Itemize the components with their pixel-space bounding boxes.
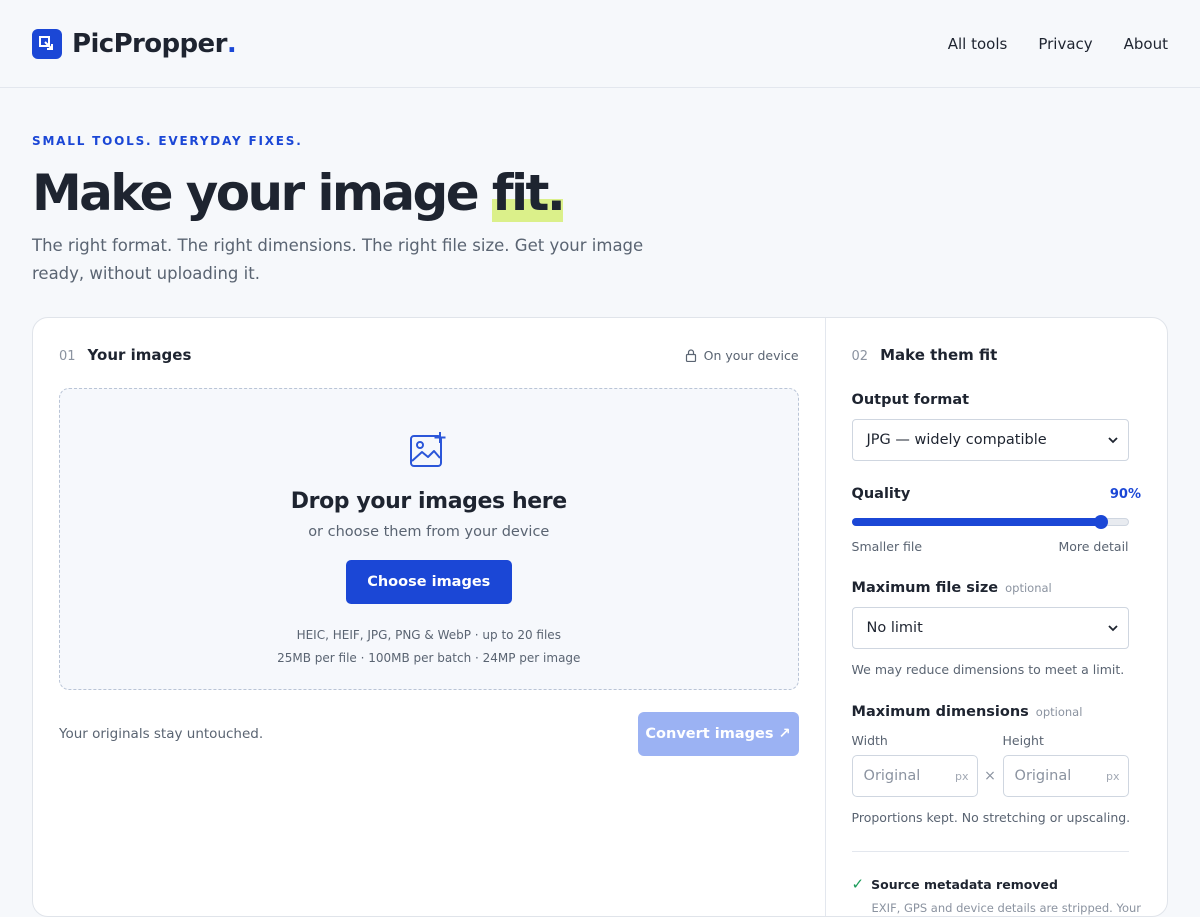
width-unit: px — [955, 769, 969, 783]
output-format-select[interactable]: JPG — widely compatible — [851, 419, 1129, 461]
max-dimensions-label: Maximum dimensions optional — [852, 704, 1141, 720]
top-navigation-bar: PicPropper. All tools Privacy About — [0, 0, 1200, 88]
output-format-label: Output format — [851, 392, 970, 408]
page-subheading: The right format. The right dimensions. … — [32, 236, 644, 283]
settings-step-header: 02 Make them fit — [852, 346, 1141, 364]
metadata-description: EXIF, GPS and device details are strippe… — [871, 901, 1141, 915]
nav-link-about[interactable]: About — [1124, 35, 1168, 53]
step-number: 02 — [851, 349, 869, 364]
chevron-down-icon — [1107, 436, 1118, 443]
upload-step-header: 01 Your images On your device — [59, 346, 799, 364]
times-icon: × — [984, 768, 996, 784]
image-dropzone[interactable]: Drop your images here or choose them fro… — [59, 388, 799, 690]
dimensions-hint: Proportions kept. No stretching or upsca… — [851, 810, 1131, 825]
lock-icon — [685, 348, 696, 362]
upload-limits-formats: HEIC, HEIF, JPG, PNG & WebP · up to 20 f… — [296, 628, 561, 642]
nav-link-all-tools[interactable]: All tools — [948, 35, 1008, 53]
step-label: Your images — [87, 346, 192, 364]
metadata-status: ✓ Source metadata removed — [852, 875, 1141, 893]
output-format-value: JPG — widely compatible — [866, 432, 1047, 448]
optional-tag: optional — [1005, 581, 1052, 595]
width-label: Width — [851, 733, 888, 748]
tool-card: 01 Your images On your device Drop your … — [32, 317, 1168, 917]
convert-images-button[interactable]: Convert images ↗ — [637, 712, 799, 756]
dimension-labels: Width Height — [852, 733, 1141, 748]
height-placeholder: Original — [1014, 768, 1072, 784]
quality-slider[interactable] — [851, 515, 1129, 529]
height-unit: px — [1106, 769, 1120, 783]
quality-min-label: Smaller file — [851, 539, 923, 554]
max-file-size-label: Maximum file size optional — [852, 580, 1141, 596]
quality-value: 90% — [1109, 487, 1141, 502]
step-number: 01 — [59, 349, 76, 364]
slider-fill — [851, 518, 1101, 526]
dropzone-title: Drop your images here — [290, 489, 567, 514]
slider-thumb[interactable] — [1093, 515, 1108, 529]
optional-tag: optional — [1035, 705, 1083, 719]
max-file-size-value: No limit — [866, 620, 923, 636]
headline-highlight: fit. — [491, 164, 566, 222]
height-label: Height — [1002, 733, 1044, 748]
checkmark-icon: ✓ — [851, 875, 865, 893]
max-dimensions-title: Maximum dimensions — [851, 704, 1029, 720]
upload-footer: Your originals stay untouched. Convert i… — [59, 712, 799, 756]
max-file-size-title: Maximum file size — [851, 580, 999, 596]
height-input[interactable]: Original px — [1002, 755, 1129, 797]
divider — [851, 851, 1129, 852]
add-image-icon — [409, 432, 446, 467]
hero-section: SMALL TOOLS. EVERYDAY FIXES. Make your i… — [0, 88, 1200, 288]
logo-icon — [32, 28, 62, 59]
eyebrow-text: SMALL TOOLS. EVERYDAY FIXES. — [32, 134, 303, 148]
metadata-label: Source metadata removed — [871, 876, 1058, 892]
upload-limits: HEIC, HEIF, JPG, PNG & WebP · up to 20 f… — [277, 624, 580, 670]
main-nav: All tools Privacy About — [948, 35, 1168, 53]
brand-logo[interactable]: PicPropper. — [32, 28, 237, 59]
choose-images-button[interactable]: Choose images — [345, 560, 512, 604]
settings-panel: 02 Make them fit Output format JPG — wid… — [826, 318, 1167, 916]
dropzone-subtitle: or choose them from your device — [308, 524, 550, 540]
width-input[interactable]: Original px — [851, 755, 978, 797]
brand-name: PicPropper — [72, 28, 227, 59]
quality-scale-labels: Smaller file More detail — [852, 539, 1129, 554]
settings-step-title: 02 Make them fit — [852, 346, 998, 364]
nav-link-privacy[interactable]: Privacy — [1038, 35, 1092, 53]
width-placeholder: Original — [863, 768, 921, 784]
upload-step-title: 01 Your images — [59, 346, 191, 364]
quality-max-label: More detail — [1058, 539, 1129, 554]
upload-limits-sizes: 25MB per file · 100MB per batch · 24MP p… — [277, 651, 581, 665]
brand-dot: . — [226, 28, 237, 59]
quality-label: Quality — [851, 486, 911, 502]
chevron-down-icon — [1107, 624, 1118, 631]
quality-header: Quality 90% — [852, 486, 1141, 502]
page-headline: Make your image fit. — [32, 164, 1168, 222]
on-device-note: On your device — [685, 348, 799, 363]
dimension-inputs: Original px × Original px — [851, 755, 1141, 797]
on-device-label: On your device — [703, 347, 799, 363]
max-file-size-hint: We may reduce dimensions to meet a limit… — [851, 662, 1125, 677]
max-file-size-select[interactable]: No limit — [851, 607, 1129, 649]
originals-note: Your originals stay untouched. — [59, 726, 264, 742]
upload-panel: 01 Your images On your device Drop your … — [33, 318, 826, 916]
headline-start: Make your image — [32, 164, 492, 222]
step-label: Make them fit — [880, 346, 998, 364]
